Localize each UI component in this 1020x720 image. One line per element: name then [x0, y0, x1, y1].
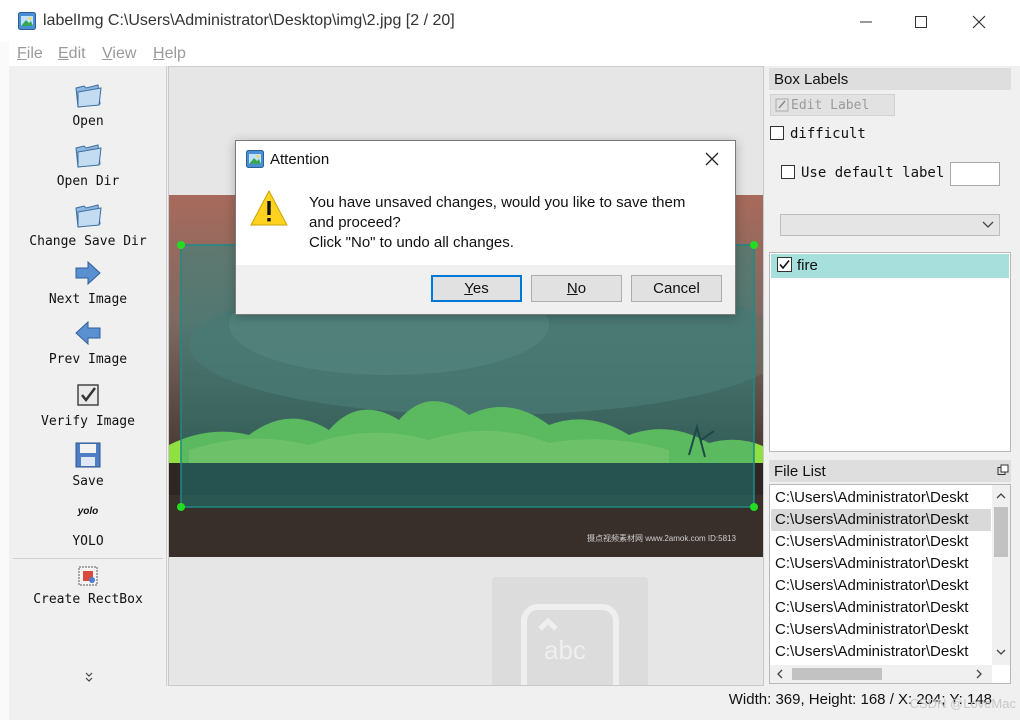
- verify-image-button[interactable]: Verify Image: [9, 380, 167, 429]
- close-icon: [972, 15, 986, 29]
- dialog-title-bar[interactable]: Attention: [236, 141, 735, 177]
- checkbox-icon: [77, 384, 99, 406]
- folder-icon: [75, 204, 102, 228]
- float-dock-icon[interactable]: [997, 464, 1009, 476]
- file-list-item[interactable]: C:\Users\Administrator\Deskt: [771, 597, 991, 619]
- create-rectbox-button[interactable]: Create RectBox: [9, 564, 167, 607]
- arrow-right-icon: [75, 260, 101, 286]
- folder-icon: [75, 84, 102, 108]
- background-desktop-strip: [0, 42, 9, 720]
- abc-watermark-tile: abc: [492, 577, 648, 685]
- photo-credit-watermark: 摄点视频素材网 www.2amok.com ID:5813: [587, 534, 736, 543]
- maximize-icon: [915, 16, 927, 28]
- save-button[interactable]: Save: [9, 440, 167, 489]
- edit-icon: [775, 98, 789, 112]
- menu-bar: File Edit View Help: [9, 42, 1020, 66]
- use-default-label-checkbox[interactable]: Use default label: [781, 165, 944, 181]
- status-bar: Width: 369, Height: 168 / X: 204; Y: 148: [9, 688, 1020, 712]
- minimize-icon: [860, 21, 872, 23]
- label-list[interactable]: fire: [769, 252, 1011, 452]
- minimize-button[interactable]: [843, 8, 889, 36]
- labelimg-app-icon: [18, 12, 36, 30]
- file-list-horizontal-scrollbar[interactable]: [770, 665, 992, 683]
- right-dock: Box Labels Edit Label difficult Use defa…: [766, 66, 1020, 686]
- csdn-watermark: CSDN @LoveMac: [909, 696, 1016, 711]
- difficult-checkbox-box[interactable]: [770, 126, 784, 140]
- check-icon: [779, 260, 790, 270]
- use-default-label-checkbox-box[interactable]: [781, 165, 795, 179]
- file-list-item[interactable]: C:\Users\Administrator\Deskt: [771, 575, 991, 597]
- menu-view[interactable]: View: [102, 45, 136, 63]
- title-bar[interactable]: labelImg C:\Users\Administrator\Desktop\…: [0, 0, 1020, 42]
- horizontal-scroll-thumb[interactable]: [792, 668, 882, 680]
- edit-label-button[interactable]: Edit Label: [770, 94, 895, 116]
- change-save-dir-button[interactable]: Change Save Dir: [9, 200, 167, 249]
- file-list-item-selected[interactable]: C:\Users\Administrator\Deskt: [771, 509, 991, 531]
- open-button[interactable]: Open: [9, 80, 167, 129]
- file-list-item[interactable]: C:\Users\Administrator\Deskt: [771, 619, 991, 641]
- vertical-scroll-thumb[interactable]: [994, 507, 1008, 557]
- box-labels-title: Box Labels: [769, 68, 1011, 90]
- scroll-up-icon[interactable]: [996, 491, 1006, 501]
- folder-icon: [75, 144, 102, 168]
- menu-edit[interactable]: Edit: [58, 45, 86, 63]
- yolo-format-button[interactable]: yolo YOLO: [9, 506, 167, 549]
- maximize-button[interactable]: [898, 8, 944, 36]
- cancel-button[interactable]: Cancel: [631, 275, 722, 302]
- dialog-message: You have unsaved changes, would you like…: [309, 194, 686, 251]
- menu-file[interactable]: File: [17, 45, 43, 63]
- close-window-button[interactable]: [956, 8, 1002, 36]
- next-image-button[interactable]: Next Image: [9, 258, 167, 307]
- window-title: labelImg C:\Users\Administrator\Desktop\…: [43, 12, 455, 29]
- abc-keyboard-icon: [521, 604, 619, 685]
- toolbar-expand-icon[interactable]: [82, 670, 96, 684]
- file-list-vertical-scrollbar[interactable]: [992, 485, 1010, 665]
- abc-watermark-text: abc: [544, 635, 586, 665]
- prev-image-button[interactable]: Prev Image: [9, 318, 167, 367]
- open-dir-button[interactable]: Open Dir: [9, 140, 167, 189]
- file-list-title: File List: [769, 460, 1011, 482]
- rectbox-icon: [78, 566, 98, 586]
- file-list-item[interactable]: C:\Users\Administrator\Deskt: [771, 531, 991, 553]
- toolbar-separator: [13, 558, 163, 559]
- menu-help[interactable]: Help: [153, 45, 186, 63]
- arrow-left-icon: [75, 320, 101, 346]
- label-visible-checkbox[interactable]: [777, 257, 792, 272]
- scroll-right-icon[interactable]: [974, 669, 984, 679]
- file-list-item[interactable]: C:\Users\Administrator\Deskt: [771, 553, 991, 575]
- dialog-close-icon[interactable]: [704, 151, 720, 167]
- file-list-item[interactable]: C:\Users\Administrator\Deskt: [771, 487, 991, 509]
- yes-button[interactable]: Yes: [431, 275, 522, 302]
- chevron-down-icon: [982, 221, 994, 228]
- dialog-title: Attention: [270, 151, 330, 168]
- difficult-checkbox[interactable]: difficult: [770, 126, 866, 142]
- label-combo-box[interactable]: [780, 214, 1000, 236]
- labelimg-app-icon: [246, 150, 264, 168]
- file-list[interactable]: C:\Users\Administrator\Deskt C:\Users\Ad…: [769, 484, 1011, 684]
- scroll-down-icon[interactable]: [996, 647, 1006, 657]
- label-list-item-fire[interactable]: fire: [771, 254, 1009, 278]
- left-toolbar: Open Open Dir Change Save Dir Next Image: [9, 66, 167, 686]
- no-button[interactable]: No: [531, 275, 622, 302]
- default-label-input[interactable]: [950, 162, 1000, 186]
- floppy-icon: [75, 442, 101, 468]
- attention-dialog: Attention You have unsaved changes, woul…: [235, 140, 736, 315]
- dialog-body: You have unsaved changes, would you like…: [236, 177, 735, 265]
- file-list-item[interactable]: C:\Users\Administrator\Deskt: [771, 641, 991, 663]
- scroll-left-icon[interactable]: [775, 669, 785, 679]
- labelimg-window: labelImg C:\Users\Administrator\Desktop\…: [0, 0, 1020, 720]
- warning-icon: [250, 189, 288, 226]
- yolo-icon: yolo: [77, 506, 99, 517]
